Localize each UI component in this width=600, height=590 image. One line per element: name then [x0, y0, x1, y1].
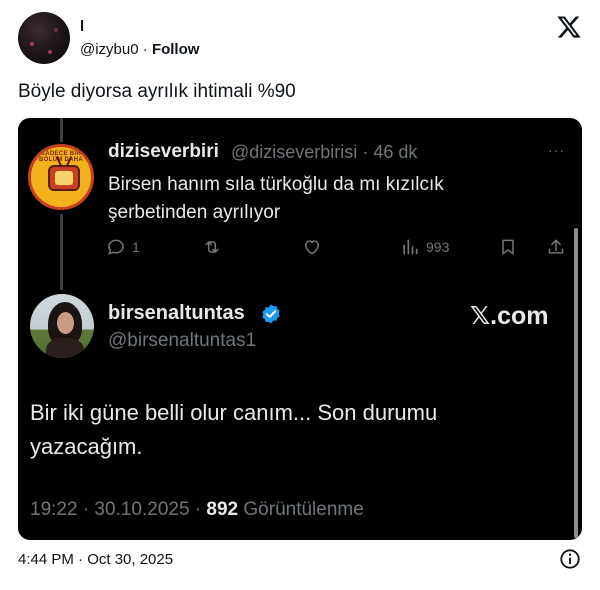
reply-count: 1: [132, 239, 140, 255]
tweet-timestamp[interactable]: 4:44 PM · Oct 30, 2025: [18, 551, 173, 568]
quoted-text: Birsen hanım sıla türkoğlu da mı kızılcı…: [108, 174, 444, 223]
reply-name[interactable]: birsenaltuntas: [108, 302, 245, 325]
share-icon: [548, 239, 564, 254]
repost-icon: [205, 241, 219, 253]
quoted-avatar-logo[interactable]: SADECE BİR BÖLÜM DAHA: [28, 144, 94, 210]
heart-icon: [305, 240, 319, 255]
reply-action[interactable]: 1: [106, 236, 140, 258]
scrollbar[interactable]: [574, 228, 578, 538]
logo-lettering: SADECE BİR BÖLÜM DAHA: [39, 151, 83, 163]
views-count: 993: [426, 239, 450, 255]
bookmark-action[interactable]: [498, 236, 518, 258]
thread-line-bottom: [60, 214, 63, 290]
embedded-screenshot: SADECE BİR BÖLÜM DAHA diziseverbiri @diz…: [18, 118, 582, 540]
views-chart-icon: [403, 239, 418, 255]
reply-handle[interactable]: @birsenaltuntas1: [108, 330, 256, 352]
author-handle[interactable]: @izybu0: [80, 41, 139, 58]
like-action[interactable]: [302, 236, 328, 258]
quoted-name[interactable]: diziseverbiri: [108, 141, 219, 163]
handle-separator: ·: [138, 41, 152, 58]
author-name[interactable]: l: [80, 18, 84, 35]
xcom-watermark: 𝕏.com: [470, 302, 549, 330]
reply-avatar[interactable]: [30, 294, 94, 358]
quoted-handle[interactable]: @diziseverbirisi: [231, 142, 357, 162]
reply-views: 892: [206, 499, 239, 520]
follow-button[interactable]: Follow: [152, 41, 200, 58]
author-handle-row: @izybu0 · Follow: [80, 41, 199, 58]
reply-views-label: Görüntülenme: [238, 499, 364, 520]
author-avatar[interactable]: [18, 12, 70, 64]
bookmark-icon: [502, 239, 514, 255]
reply-text: Bir iki güne belli olur canım... Son dur…: [30, 400, 438, 459]
thread-line-top: [60, 118, 63, 142]
verified-badge-icon: [262, 304, 280, 324]
reply-meta: 19:22 · 30.10.2025 · 892 Görüntülenme: [30, 499, 364, 521]
views-action[interactable]: 993: [400, 236, 449, 258]
info-icon[interactable]: [559, 548, 581, 570]
quoted-time: · 46 dk: [362, 142, 418, 162]
reply-time: 19:22 · 30.10.2025 ·: [30, 499, 207, 520]
share-action[interactable]: [546, 236, 566, 258]
tweet-text: Böyle diyorsa ayrılık ihtimali %90: [18, 81, 296, 102]
more-options-icon[interactable]: ···: [548, 142, 565, 158]
x-logo-icon[interactable]: [556, 14, 582, 40]
reply-icon: [108, 239, 124, 255]
repost-action[interactable]: [202, 236, 228, 258]
quoted-handle-row: @diziseverbirisi · 46 dk: [231, 142, 417, 163]
